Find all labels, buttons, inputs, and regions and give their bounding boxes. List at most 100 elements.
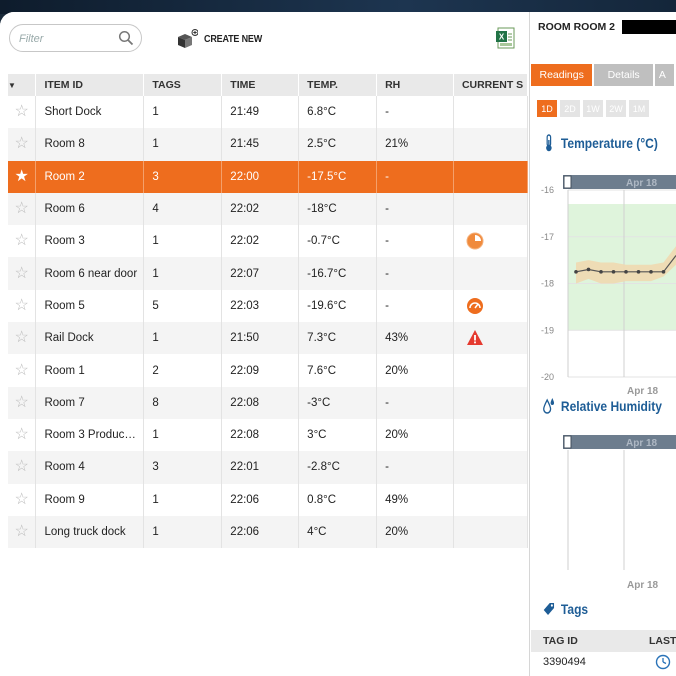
- favorite-star-icon[interactable]: ☆: [15, 232, 29, 249]
- timeline-date-label: Apr 18: [626, 438, 658, 449]
- create-new-button[interactable]: CREATE NEW: [176, 28, 268, 50]
- column-header-time[interactable]: TIME: [221, 74, 300, 96]
- table-row[interactable]: ☆ Room 3 Produc… 1 22:08 3°C 20%: [8, 418, 529, 452]
- cell-item-id: Rail Dock: [35, 322, 145, 355]
- table-row[interactable]: ☆ Room 4 3 22:01 -2.8°C -: [8, 451, 529, 484]
- range-1d[interactable]: 1D: [537, 100, 557, 117]
- pie-icon[interactable]: [466, 232, 484, 250]
- cell-temp: 7.3°C: [298, 322, 378, 355]
- star-cell: ☆: [8, 257, 37, 290]
- star-cell: ☆: [8, 289, 37, 323]
- items-table: ▼ ITEM ID TAGS TIME TEMP. RH CURRENT S ☆…: [8, 74, 529, 549]
- cell-rh: -: [376, 192, 454, 226]
- star-cell: ☆: [8, 322, 37, 355]
- gauge-icon[interactable]: [466, 297, 484, 315]
- favorite-star-icon[interactable]: ☆: [15, 135, 29, 152]
- cell-rh: 49%: [376, 483, 454, 516]
- table-row[interactable]: ☆ Room 9 1 22:06 0.8°C 49%: [8, 483, 529, 516]
- cell-item-id: Room 5: [35, 289, 145, 323]
- cell-time: 22:00: [221, 160, 300, 193]
- range-1w[interactable]: 1W: [583, 100, 603, 117]
- star-cell: ☆: [8, 354, 37, 387]
- detail-tabs: Readings Details A: [531, 64, 676, 86]
- table-row[interactable]: ☆ Room 1 2 22:09 7.6°C 20%: [8, 354, 529, 387]
- tags-column-tag-id[interactable]: TAG ID: [543, 635, 578, 647]
- cell-time: 22:02: [221, 225, 300, 258]
- cell-tags: 3: [143, 160, 223, 193]
- favorite-star-icon[interactable]: ☆: [15, 329, 29, 346]
- cell-time: 22:09: [221, 354, 300, 387]
- favorite-star-icon[interactable]: ☆: [15, 297, 29, 314]
- tags-column-last[interactable]: LAST: [649, 635, 676, 647]
- excel-export-icon[interactable]: X: [496, 27, 516, 49]
- cell-tags: 1: [143, 322, 223, 355]
- table-row[interactable]: ☆ Room 8 1 21:45 2.5°C 21%: [8, 128, 529, 161]
- cell-item-id: Short Dock: [35, 96, 145, 129]
- humidity-chart[interactable]: Apr 18 Apr 18: [531, 422, 676, 592]
- table-row[interactable]: ☆ Room 6 near door 1 22:07 -16.7°C -: [8, 257, 529, 290]
- table-row[interactable]: ☆ Short Dock 1 21:49 6.8°C -: [8, 96, 529, 129]
- favorite-star-icon[interactable]: ★: [15, 168, 29, 185]
- temperature-data-point: [649, 270, 653, 274]
- column-header-current-status[interactable]: CURRENT S: [453, 74, 529, 96]
- tab-a[interactable]: A: [654, 64, 674, 86]
- warning-icon[interactable]: [466, 329, 484, 347]
- tags-table-row[interactable]: 3390494: [531, 652, 676, 676]
- sort-column-header[interactable]: ▼: [8, 74, 37, 96]
- tags-title-text: Tags: [560, 601, 589, 617]
- filter-input[interactable]: [19, 30, 119, 48]
- favorite-star-icon[interactable]: ☆: [15, 362, 29, 379]
- cell-rh: -: [376, 96, 454, 129]
- cell-item-id: Room 2: [35, 160, 145, 193]
- y-tick-label: -18: [541, 279, 554, 289]
- table-row[interactable]: ☆ Room 6 4 22:02 -18°C -: [8, 192, 529, 226]
- tab-readings[interactable]: Readings: [531, 64, 593, 86]
- cell-item-id: Room 9: [35, 483, 145, 516]
- table-row[interactable]: ★ Room 2 3 22:00 -17.5°C -: [8, 160, 529, 193]
- favorite-star-icon[interactable]: ☆: [15, 200, 29, 217]
- favorite-star-icon[interactable]: ☆: [15, 491, 29, 508]
- cell-current-status: [453, 192, 529, 226]
- favorite-star-icon[interactable]: ☆: [15, 394, 29, 411]
- tab-details[interactable]: Details: [594, 64, 653, 86]
- column-header-tags[interactable]: TAGS: [143, 74, 223, 96]
- star-cell: ☆: [8, 225, 37, 258]
- items-panel: CREATE NEW X ▼ ITEM ID TAGS TIME TEMP.: [0, 12, 530, 676]
- cell-tags: 1: [143, 483, 223, 516]
- timeline-handle: [563, 435, 572, 449]
- favorite-star-icon[interactable]: ☆: [15, 103, 29, 120]
- search-icon[interactable]: [118, 30, 134, 46]
- star-cell: ☆: [8, 192, 37, 226]
- range-1m[interactable]: 1M: [629, 100, 649, 117]
- table-row[interactable]: ☆ Long truck dock 1 22:06 4°C 20%: [8, 515, 529, 549]
- cell-rh: 20%: [376, 515, 454, 549]
- favorite-star-icon[interactable]: ☆: [15, 523, 29, 540]
- range-2w[interactable]: 2W: [606, 100, 626, 117]
- star-cell: ☆: [8, 451, 37, 484]
- column-header-temp[interactable]: TEMP.: [298, 74, 378, 96]
- table-row[interactable]: ☆ Rail Dock 1 21:50 7.3°C 43%: [8, 322, 529, 355]
- humidity-title-text: Relative Humidity: [560, 398, 662, 414]
- clock-icon[interactable]: [655, 654, 671, 670]
- filter-box[interactable]: [9, 24, 142, 52]
- cell-current-status: [453, 289, 529, 323]
- range-2d[interactable]: 2D: [560, 100, 580, 117]
- temperature-chart[interactable]: Apr 18 -16 -17 -18 -19 -20 Apr 18: [531, 162, 676, 402]
- column-header-rh[interactable]: RH: [376, 74, 454, 96]
- table-row[interactable]: ☆ Room 7 8 22:08 -3°C -: [8, 386, 529, 419]
- table-row[interactable]: ☆ Room 3 1 22:02 -0.7°C -: [8, 225, 529, 258]
- cell-item-id: Room 1: [35, 354, 145, 387]
- favorite-star-icon[interactable]: ☆: [15, 426, 29, 443]
- cell-temp: -18°C: [298, 192, 378, 226]
- cell-current-status: [453, 354, 529, 387]
- cell-rh: -: [376, 160, 454, 193]
- favorite-star-icon[interactable]: ☆: [15, 265, 29, 282]
- x-axis-date-label: Apr 18: [627, 580, 659, 591]
- cell-tags: 1: [143, 225, 223, 258]
- favorite-star-icon[interactable]: ☆: [15, 458, 29, 475]
- table-row[interactable]: ☆ Room 5 5 22:03 -19.6°C -: [8, 289, 529, 323]
- cell-temp: 4°C: [298, 515, 378, 549]
- column-header-item-id[interactable]: ITEM ID: [35, 74, 145, 96]
- temperature-data-point: [586, 267, 591, 272]
- droplets-icon: [543, 398, 555, 414]
